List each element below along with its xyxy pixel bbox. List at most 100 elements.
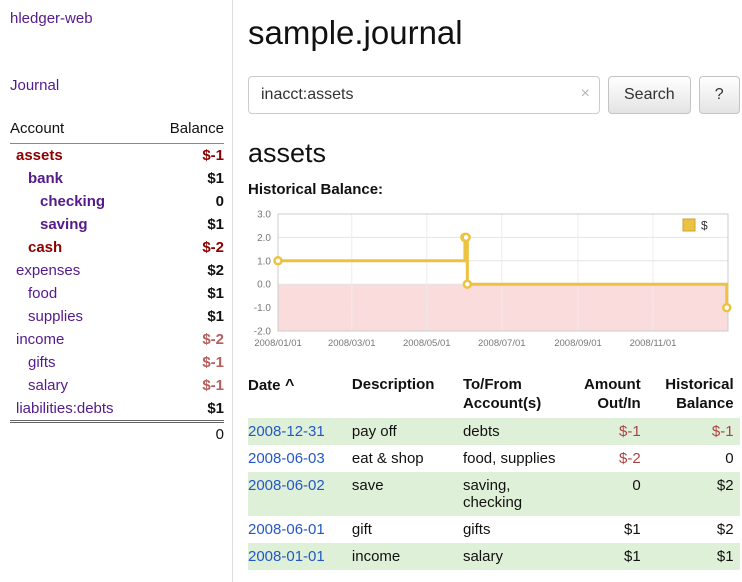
account-link-saving[interactable]: saving xyxy=(40,216,88,233)
transaction-description: pay off xyxy=(346,418,457,445)
register-row[interactable]: 2008-06-01giftgifts$1$2 xyxy=(248,516,740,543)
transaction-date-link[interactable]: 2008-06-03 xyxy=(248,450,325,467)
transaction-balance: $2 xyxy=(647,472,740,516)
x-tick-label: 2008/09/01 xyxy=(554,338,602,349)
app-title-link[interactable]: hledger-web xyxy=(10,10,224,27)
accounts-table-body: assets$-1bank$1checking0saving$1cash$-2e… xyxy=(10,144,224,422)
account-link-checking[interactable]: checking xyxy=(40,193,105,210)
account-row: checking 0 xyxy=(10,190,224,213)
transaction-balance: $-1 xyxy=(647,418,740,445)
account-balance: $1 xyxy=(150,397,224,422)
account-name-cell: income xyxy=(10,328,150,351)
data-point-marker xyxy=(464,281,471,288)
account-link-cash[interactable]: cash xyxy=(28,239,62,256)
account-balance: $2 xyxy=(150,259,224,282)
account-link-income[interactable]: income xyxy=(16,331,64,348)
account-link-food[interactable]: food xyxy=(28,285,57,302)
register-header-tofrom: To/FromAccount(s) xyxy=(457,372,566,418)
register-header-row: Date ^DescriptionTo/FromAccount(s)Amount… xyxy=(248,372,740,418)
account-link-expenses[interactable]: expenses xyxy=(16,262,80,279)
transaction-date-cell: 2008-06-01 xyxy=(248,516,346,543)
accounts-header-row: Account Balance xyxy=(10,120,224,144)
data-point-marker xyxy=(275,257,282,264)
account-name-cell: bank xyxy=(10,167,150,190)
main-content: sample.journal × Search ? assets Histori… xyxy=(233,0,742,582)
account-link-gifts[interactable]: gifts xyxy=(28,354,56,371)
register-header-amount: AmountOut/In xyxy=(566,372,647,418)
sidebar: hledger-web Journal Account Balance asse… xyxy=(0,0,233,582)
transaction-balance: 0 xyxy=(647,445,740,472)
account-row: saving$1 xyxy=(10,213,224,236)
page-title: sample.journal xyxy=(248,14,740,52)
register-row[interactable]: 2008-12-31pay offdebts$-1$-1 xyxy=(248,418,740,445)
account-row: gifts$-1 xyxy=(10,351,224,374)
transaction-accounts: gifts xyxy=(457,516,566,543)
help-button[interactable]: ? xyxy=(699,76,740,114)
account-name-cell: assets xyxy=(10,144,150,168)
clear-search-icon[interactable]: × xyxy=(581,85,590,103)
transaction-date-link[interactable]: 2008-12-31 xyxy=(248,423,325,440)
account-name-cell: food xyxy=(10,282,150,305)
transaction-date-link[interactable]: 2008-01-01 xyxy=(248,548,325,565)
search-button[interactable]: Search xyxy=(608,76,691,114)
y-tick-label: -2.0 xyxy=(254,327,272,338)
register-header-description: Description xyxy=(346,372,457,418)
legend-swatch-icon xyxy=(683,219,695,231)
account-balance: 0 xyxy=(150,190,224,213)
transaction-amount: $-1 xyxy=(566,418,647,445)
transaction-date-cell: 2008-01-01 xyxy=(248,543,346,570)
account-name-cell: checking xyxy=(10,190,150,213)
transaction-description: income xyxy=(346,543,457,570)
transaction-accounts: food, supplies xyxy=(457,445,566,472)
register-row[interactable]: 2008-01-01incomesalary$1$1 xyxy=(248,543,740,570)
account-link-supplies[interactable]: supplies xyxy=(28,308,83,325)
account-link-bank[interactable]: bank xyxy=(28,170,63,187)
transaction-description: gift xyxy=(346,516,457,543)
data-point-marker xyxy=(723,304,730,311)
account-balance: $1 xyxy=(150,282,224,305)
sort-ascending-icon[interactable]: ^ xyxy=(281,377,295,394)
account-balance: $1 xyxy=(150,305,224,328)
search-input[interactable] xyxy=(248,76,600,114)
account-row: supplies $1 xyxy=(10,305,224,328)
hledger-web-app: hledger-web Journal Account Balance asse… xyxy=(0,0,742,582)
account-name-cell: saving xyxy=(10,213,150,236)
accounts-total-spacer xyxy=(10,422,150,447)
accounts-header-account: Account xyxy=(10,120,150,144)
transaction-amount: $-2 xyxy=(566,445,647,472)
transaction-accounts: salary xyxy=(457,543,566,570)
account-row: liabilities:debts $1 xyxy=(10,397,224,422)
account-link-salary[interactable]: salary xyxy=(28,377,68,394)
register-row[interactable]: 2008-06-02savesaving, checking0$2 xyxy=(248,472,740,516)
register-body: 2008-12-31pay offdebts$-1$-12008-06-03ea… xyxy=(248,418,740,570)
account-name-cell: supplies xyxy=(10,305,150,328)
transaction-balance: $2 xyxy=(647,516,740,543)
transaction-date-link[interactable]: 2008-06-01 xyxy=(248,521,325,538)
account-balance: $-1 xyxy=(150,144,224,168)
transaction-accounts: debts xyxy=(457,418,566,445)
register-row[interactable]: 2008-06-03eat & shopfood, supplies$-20 xyxy=(248,445,740,472)
transaction-date-link[interactable]: 2008-06-02 xyxy=(248,477,325,494)
account-link-assets[interactable]: assets xyxy=(16,147,63,164)
sidebar-item-journal[interactable]: Journal xyxy=(10,77,224,94)
x-tick-label: 2008/03/01 xyxy=(328,338,376,349)
register-header-date[interactable]: Date ^ xyxy=(248,372,346,418)
account-row: salary$-1 xyxy=(10,374,224,397)
account-balance: $1 xyxy=(150,167,224,190)
chart-title: Historical Balance: xyxy=(248,181,740,198)
transaction-date-cell: 2008-06-03 xyxy=(248,445,346,472)
x-tick-label: 2008/11/01 xyxy=(630,338,677,349)
account-row: assets $-1 xyxy=(10,144,224,168)
register-header: Date ^DescriptionTo/FromAccount(s)Amount… xyxy=(248,372,740,418)
transaction-amount: 0 xyxy=(566,472,647,516)
account-row: income$-2 xyxy=(10,328,224,351)
account-name-cell: liabilities:debts xyxy=(10,397,150,422)
y-tick-label: 0.0 xyxy=(257,280,271,291)
account-row: expenses $2 xyxy=(10,259,224,282)
transaction-accounts: saving, checking xyxy=(457,472,566,516)
account-name-cell: gifts xyxy=(10,351,150,374)
account-link-liabilities-debts[interactable]: liabilities:debts xyxy=(16,400,114,417)
account-row: food $1 xyxy=(10,282,224,305)
account-row: bank $1 xyxy=(10,167,224,190)
balance-chart: 3.02.01.00.0-1.0-2.02008/01/012008/03/01… xyxy=(248,206,736,354)
